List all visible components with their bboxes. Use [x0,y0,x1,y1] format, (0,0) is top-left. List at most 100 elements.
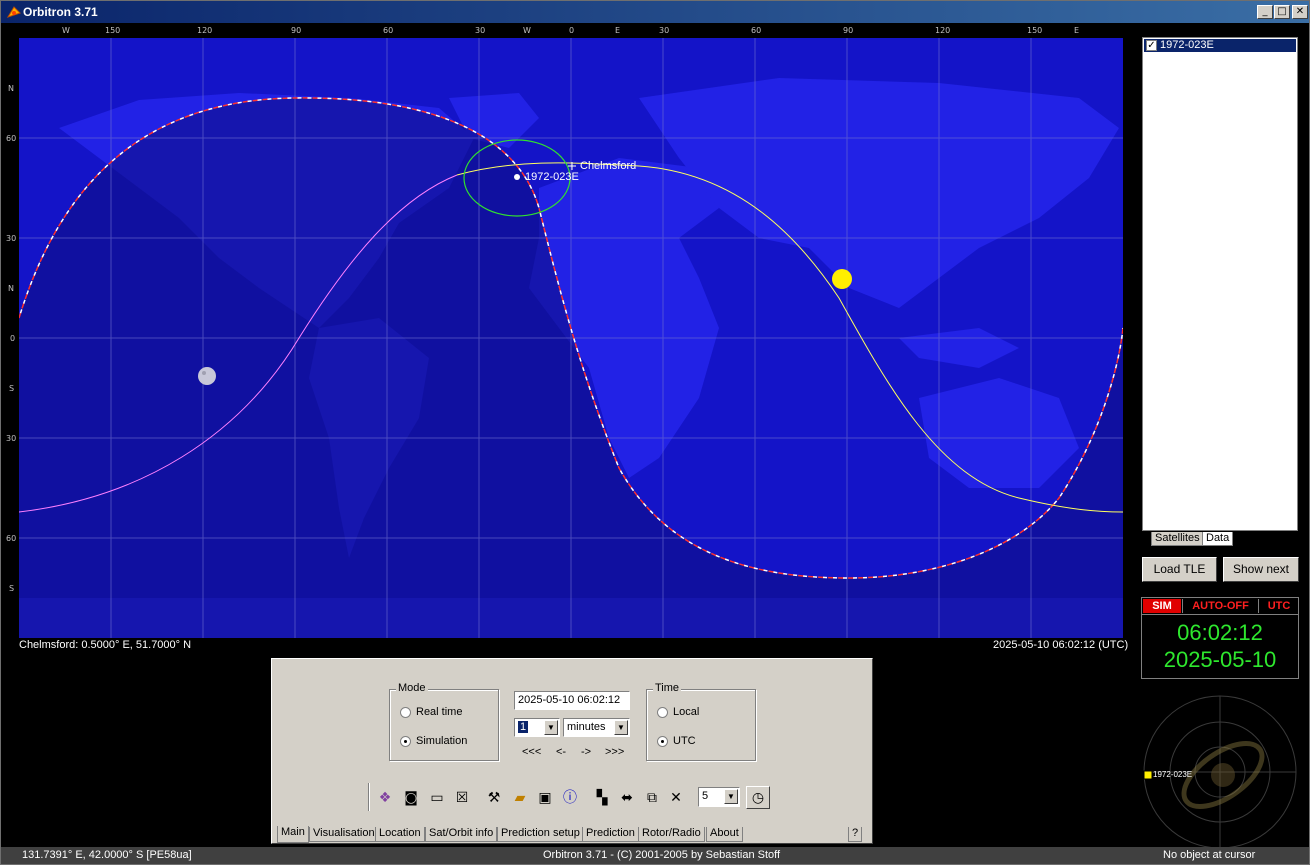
tab-about[interactable]: About [706,827,743,842]
step-unit-select[interactable]: minutes ▼ [563,718,630,737]
maximize-button[interactable]: □ [1274,5,1290,19]
speed-select[interactable]: 5 ▼ [698,787,740,807]
mode-legend: Mode [396,682,428,694]
datetime-input[interactable]: 2025-05-10 06:02:12 [514,691,630,710]
radio-dot[interactable] [400,706,411,718]
lon-tick: 0 [569,26,575,35]
chevron-down-icon[interactable]: ▼ [544,720,558,735]
status-bar: 131.7391° E, 42.0000° S [PE58ua] Orbitro… [1,847,1309,864]
lon-tick: E [1074,26,1080,35]
sun-icon [832,269,852,289]
lat-tick: 60 [6,534,17,543]
utc-radio[interactable]: UTC [657,735,696,747]
resize-horizontal-icon[interactable]: ⬌ [617,788,637,808]
orbitron-window: Orbitron 3.71 _ □ ✕ W 150 120 90 60 30 W… [0,0,1310,865]
close-window-icon[interactable]: ☒ [452,788,472,808]
tab-rotor-radio[interactable]: Rotor/Radio [638,827,705,842]
utc-label: UTC [673,735,696,747]
satellite-list-item[interactable]: ✓ 1972-023E [1144,39,1296,52]
latitude-scale: N 60 30 N 0 S 30 60 S [1,38,19,638]
tab-visualisation[interactable]: Visualisation [309,827,379,842]
simulation-label: Simulation [416,735,468,747]
lon-tick: 120 [935,26,951,35]
lat-tick: 0 [10,334,16,343]
close-button[interactable]: ✕ [1292,5,1308,19]
step-unit: minutes [567,721,606,733]
minimize-window-icon[interactable]: ▭ [427,788,447,808]
step-value-select[interactable]: 1 ▼ [514,718,560,737]
info-icon[interactable]: ⓘ [560,788,580,808]
tools-icon[interactable]: ⚒ [484,788,504,808]
step-forward-button[interactable]: -> [581,746,591,758]
satellite-list[interactable]: ✓ 1972-023E [1142,37,1298,531]
real-time-radio[interactable]: Real time [400,706,462,718]
satellite-dish-icon[interactable]: ▚ [592,788,612,808]
tab-prediction[interactable]: Prediction [582,827,639,842]
lon-tick: E [615,26,621,35]
satellite-marker[interactable] [514,174,520,180]
local-label: Local [673,706,700,718]
radio-dot[interactable] [400,735,411,747]
lon-tick: 90 [843,26,854,35]
satellite-label: 1972-023E [525,171,579,183]
copyright-text: Orbitron 3.71 - (C) 2001-2005 by Sebasti… [543,849,781,861]
mode-group: Mode Real time Simulation [389,682,499,761]
lat-tick: N [8,284,14,293]
step-back-fast-button[interactable]: <<< [522,746,541,758]
radio-dot[interactable] [657,706,668,718]
clock-date: 2025-05-10 [1163,647,1277,672]
cursor-position: 131.7391° E, 42.0000° S [PE58ua] [22,849,192,861]
simulation-radio[interactable]: Simulation [400,735,467,747]
lon-tick: 150 [1027,26,1043,35]
radar-view[interactable]: 1972-023E [1141,693,1299,851]
cursor-object: No object at cursor [1163,849,1256,861]
chevron-down-icon[interactable]: ▼ [614,720,628,735]
tab-sat-orbit-info[interactable]: Sat/Orbit info [425,827,498,842]
show-next-button[interactable]: Show next [1223,557,1299,582]
folder-open-icon[interactable]: ▰ [510,788,530,808]
speed-value: 5 [702,790,709,802]
tab-location[interactable]: Location [375,827,425,842]
lon-tick: 60 [751,26,762,35]
local-radio[interactable]: Local [657,706,699,718]
lon-tick: 90 [291,26,302,35]
lat-tick: N [8,84,14,93]
time-legend: Time [653,682,682,694]
world-map-canvas[interactable] [19,38,1123,638]
step-forward-fast-button[interactable]: >>> [605,746,624,758]
clock-panel: SIM AUTO-OFF UTC 06:02:12 2025-05-10 [1141,597,1299,679]
step-back-button[interactable]: <- [556,746,566,758]
lon-tick: 150 [105,26,121,35]
tab-main[interactable]: Main [277,826,309,843]
radar-satellite-marker[interactable] [1143,770,1153,780]
radio-dot[interactable] [657,735,668,747]
camera-icon[interactable]: ◙ [401,788,421,808]
chevron-down-icon[interactable]: ▼ [724,789,738,804]
resize-icon[interactable]: ⧉ [642,788,662,808]
station-label: Chelmsford [580,160,637,172]
tab-satellites[interactable]: Satellites [1151,532,1204,546]
longitude-scale: W 150 120 90 60 30 W 0 E 30 60 90 120 15… [19,24,1123,38]
tab-data[interactable]: Data [1202,532,1234,546]
utc-indicator[interactable]: UTC [1260,599,1298,613]
title-bar[interactable]: Orbitron 3.71 _ □ ✕ [1,1,1309,23]
fullscreen-icon[interactable]: ✕ [666,788,686,808]
clock-icon[interactable]: ◷ [746,786,770,809]
auto-off-indicator[interactable]: AUTO-OFF [1182,599,1259,613]
help-button[interactable]: ? [848,827,863,842]
minimize-button[interactable]: _ [1257,5,1273,19]
step-value: 1 [518,721,529,733]
lat-tick: S [9,384,15,393]
load-tle-button[interactable]: Load TLE [1142,557,1217,582]
save-icon[interactable]: ▣ [535,788,555,808]
map-datetime: 2025-05-10 06:02:12 (UTC) [993,639,1129,651]
lon-tick: 60 [383,26,394,35]
satellite-checkbox[interactable]: ✓ [1146,40,1157,51]
lat-tick: 30 [6,434,17,443]
book-icon[interactable]: ❖ [375,788,395,808]
world-map[interactable]: 1972-023E Chelmsford [19,38,1123,638]
sim-indicator[interactable]: SIM [1143,599,1181,613]
orbitron-logo-icon [6,6,21,18]
tab-prediction-setup[interactable]: Prediction setup [497,827,584,842]
moon-icon [198,367,216,385]
